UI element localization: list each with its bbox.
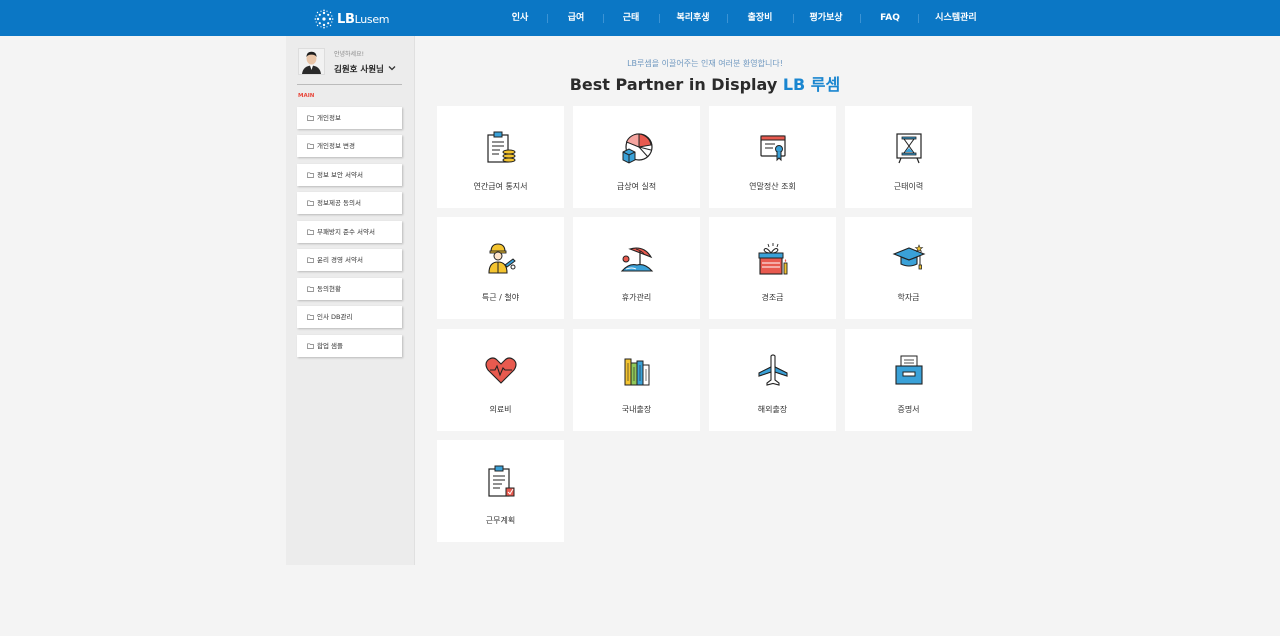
menu-card-label: 연간급여 통지서 [473,182,528,191]
document-tray-icon [895,355,923,385]
nav-item-welfare[interactable]: 복리후생 [670,0,716,36]
sidebar-item-label: 합업 샘플 [317,342,343,350]
logo-text: LBLusem [337,11,390,27]
divider [297,84,402,85]
menu-card-label: 의료비 [489,405,512,414]
menu-card-label: 해외출장 [757,405,788,414]
menu-card-certificate[interactable]: 증명서 [845,329,972,431]
person-photo-icon [299,49,324,74]
sidebar-item-label: 정보제공 동의서 [317,199,361,207]
sidebar-item-label: 동의현황 [317,285,341,293]
sidebar-item-anticorruption-pledge[interactable]: 부패방지 준수 서약서 [297,221,402,243]
menu-card-bonus-results[interactable]: 급상여 실적 [573,106,700,208]
menu-card-label: 근태이력 [893,182,924,191]
nav-separator [603,14,604,23]
folder-icon [307,115,314,121]
menu-card-annual-salary[interactable]: 연간급여 통지서 [437,106,564,208]
logo-flower-icon [314,9,334,29]
sidebar-item-ethics-pledge[interactable]: 윤리 경영 서약서 [297,249,402,271]
sidebar-item-hr-db[interactable]: 인사 DB관리 [297,306,402,328]
user-name[interactable]: 김원호 사원님 [334,63,384,75]
chevron-down-icon[interactable] [388,64,396,72]
sidebar-item-label: 정보 보안 서약서 [317,171,363,179]
menu-card-overseas-trip[interactable]: 해외출장 [709,329,836,431]
nav-separator [860,14,861,23]
clipboard-plan-icon [488,465,515,497]
page-title: Best Partner in Display LB 루셈 [569,75,841,94]
sidebar-item-personal-info[interactable]: 개인정보 [297,107,402,129]
sidebar-item-sample[interactable]: 합업 샘플 [297,335,402,357]
avatar [298,48,325,75]
menu-card-label: 연말정산 조회 [749,182,796,191]
buildings-icon [624,358,650,386]
nav-separator [727,14,728,23]
nav-separator [918,14,919,23]
menu-card-label: 국내출장 [621,405,652,414]
menu-card-domestic-trip[interactable]: 국내출장 [573,329,700,431]
nav-item-attendance[interactable]: 근태 [615,0,647,36]
nav-item-payroll[interactable]: 급여 [560,0,592,36]
heart-pulse-icon [485,357,517,384]
pie-chart-icon [622,133,653,164]
gift-box-icon [758,243,788,275]
folder-icon [307,229,314,235]
folder-icon [307,143,314,149]
section-label: MAIN [298,93,315,99]
nav-item-evaluation[interactable]: 평가보상 [804,0,848,36]
nav-item-faq[interactable]: FAQ [874,0,906,36]
top-navigation-bar: LBLusem 인사 급여 근태 복리후생 출장비 평가보상 FAQ 시스템관리 [0,0,1280,36]
folder-icon [307,314,314,320]
menu-card-tuition[interactable]: 학자금 [845,217,972,319]
menu-card-work-plan[interactable]: 근무계획 [437,440,564,542]
menu-card-attendance-history[interactable]: 근태이력 [845,106,972,208]
hourglass-icon [896,133,922,164]
worker-icon [488,243,516,274]
folder-icon [307,343,314,349]
certificate-icon [760,135,786,162]
company-logo[interactable]: LBLusem [314,6,390,32]
menu-card-year-end-tax[interactable]: 연말정산 조회 [709,106,836,208]
nav-item-hr[interactable]: 인사 [505,0,535,36]
folder-icon [307,172,314,178]
sidebar-item-label: 개인정보 변경 [317,142,355,150]
sidebar-item-consent-status[interactable]: 동의현황 [297,278,402,300]
menu-card-label: 특근 / 철야 [481,293,520,302]
nav-separator [659,14,660,23]
menu-card-label: 증명서 [897,405,920,414]
menu-card-label: 근무계획 [485,516,516,525]
nav-separator [547,14,548,23]
greeting-text: 안녕하세요! [334,51,365,58]
graduation-cap-icon [892,244,926,270]
welcome-subtitle: LB루셈을 이끌어주는 인재 여러분 환영합니다! [627,59,783,68]
sidebar-item-label: 인사 DB관리 [317,313,353,321]
sidebar-item-label: 개인정보 [317,114,341,122]
clipboard-coins-icon [487,131,516,163]
sidebar-item-label: 부패방지 준수 서약서 [317,228,375,236]
menu-card-medical[interactable]: 의료비 [437,329,564,431]
menu-card-label: 급상여 실적 [616,182,657,191]
menu-card-leave-management[interactable]: 휴가관리 [573,217,700,319]
airplane-icon [758,354,788,386]
menu-card-label: 경조금 [761,293,784,302]
sidebar-item-info-consent[interactable]: 정보제공 동의서 [297,192,402,214]
menu-card-congratulatory-pay[interactable]: 경조금 [709,217,836,319]
menu-card-overtime[interactable]: 특근 / 철야 [437,217,564,319]
nav-separator [793,14,794,23]
folder-icon [307,200,314,206]
menu-card-label: 휴가관리 [621,293,652,302]
folder-icon [307,286,314,292]
beach-umbrella-icon [620,247,654,272]
sidebar-item-label: 윤리 경영 서약서 [317,256,363,264]
folder-icon [307,257,314,263]
nav-item-system-admin[interactable]: 시스템관리 [930,0,982,36]
sidebar-item-security-pledge[interactable]: 정보 보안 서약서 [297,164,402,186]
menu-card-label: 학자금 [897,293,920,302]
sidebar-item-personal-info-change[interactable]: 개인정보 변경 [297,135,402,157]
nav-item-travel-expense[interactable]: 출장비 [740,0,780,36]
